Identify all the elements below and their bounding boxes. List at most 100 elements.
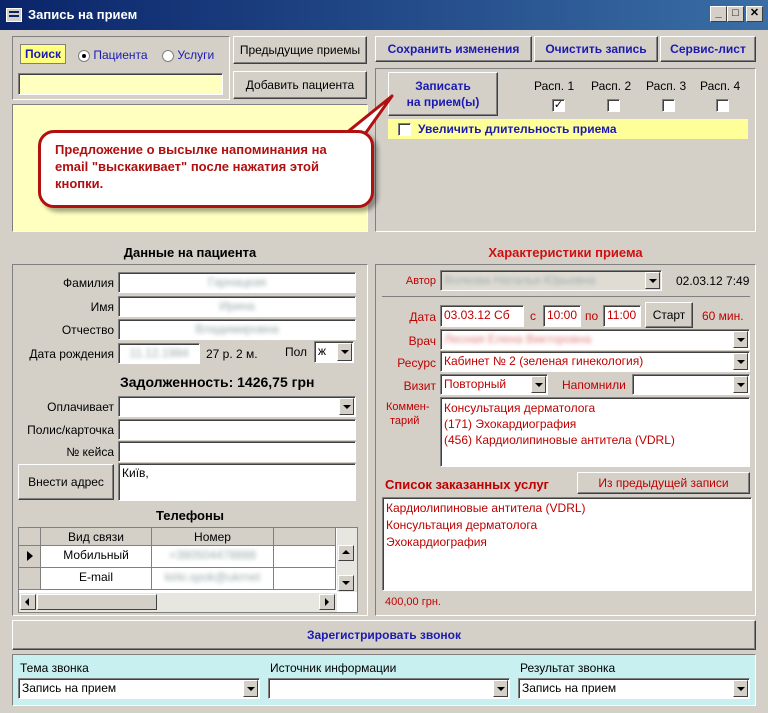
phones-row-header-corner bbox=[19, 528, 41, 546]
debt-value: Задолженность: 1426,75 грн bbox=[120, 374, 315, 390]
phone-row-2-number[interactable]: kirki.spok@ukrnet bbox=[152, 568, 274, 590]
name-field[interactable]: Ирина bbox=[118, 296, 356, 317]
radio-services-dot[interactable] bbox=[162, 49, 174, 62]
resource-select[interactable]: Кабинет № 2 (зеленая гинекология) bbox=[440, 351, 750, 372]
register-call-button[interactable]: Зарегистрировать звонок bbox=[12, 620, 756, 650]
service-item[interactable]: Эхокардиография bbox=[386, 534, 748, 551]
author-divider bbox=[382, 296, 750, 297]
scroll-left-icon[interactable] bbox=[20, 594, 36, 610]
start-button[interactable]: Старт bbox=[645, 302, 693, 328]
name-label: Имя bbox=[90, 300, 114, 314]
ordered-services-list[interactable]: Кардиолипиновые антитела (VDRL) Консульт… bbox=[382, 497, 752, 591]
call-result-label: Результат звонка bbox=[520, 661, 616, 675]
enter-address-button[interactable]: Внести адрес bbox=[18, 464, 114, 500]
from-previous-record-button[interactable]: Из предыдущей записи bbox=[577, 472, 750, 494]
address-field[interactable]: Київ, bbox=[118, 463, 356, 501]
phone-row-1-type[interactable]: Мобильный bbox=[41, 546, 152, 568]
info-source-select[interactable] bbox=[268, 678, 510, 699]
sex-select[interactable]: ж bbox=[314, 341, 354, 363]
time-from-field[interactable]: 10:00 bbox=[543, 305, 581, 327]
hscroll-thumb[interactable] bbox=[37, 594, 157, 610]
author-select[interactable]: Волкова Наталья Юрьевна bbox=[440, 270, 662, 291]
doctor-select[interactable]: Лесная Елена Викторовна bbox=[440, 329, 750, 350]
schedule-1-checkbox[interactable]: ✓ bbox=[552, 99, 565, 112]
comment-field[interactable]: Консультация дерматолога (171) Эхокардио… bbox=[440, 397, 750, 467]
resource-dropdown-arrow-icon[interactable] bbox=[733, 353, 748, 370]
phones-row-selector-2[interactable] bbox=[19, 568, 41, 590]
maximize-button[interactable]: □ bbox=[727, 6, 744, 22]
title-bar: Запись на прием _ □ ✕ bbox=[0, 0, 768, 30]
radio-services[interactable]: Услуги bbox=[162, 48, 214, 62]
dob-label: Дата рождения bbox=[29, 347, 114, 361]
service-item[interactable]: Консультация дерматолога bbox=[386, 517, 748, 534]
app-icon bbox=[6, 8, 22, 22]
book-appointment-button[interactable]: Записать на прием(ы) bbox=[388, 72, 498, 116]
date-field[interactable]: 03.03.12 Сб bbox=[440, 305, 524, 327]
schedule-4-label: Расп. 4 bbox=[700, 79, 741, 93]
resource-label: Ресурс bbox=[397, 356, 436, 370]
radio-patients-dot[interactable] bbox=[78, 49, 90, 62]
payer-select[interactable] bbox=[118, 396, 356, 417]
ordered-services-label: Список заказанных услуг bbox=[385, 477, 549, 492]
current-row-icon bbox=[26, 551, 33, 561]
duration-value: 60 мин. bbox=[702, 309, 744, 323]
doctor-label: Врач bbox=[408, 334, 436, 348]
sex-dropdown-arrow-icon[interactable] bbox=[337, 343, 352, 361]
phone-row-2-type[interactable]: E-mail bbox=[41, 568, 152, 590]
patronymic-field[interactable]: Владимировна bbox=[118, 319, 356, 340]
schedule-2-label: Расп. 2 bbox=[591, 79, 632, 93]
service-sheet-button[interactable]: Сервис-лист bbox=[660, 36, 756, 62]
reminder-select[interactable] bbox=[632, 374, 750, 395]
phones-col-type[interactable]: Вид связи bbox=[41, 528, 152, 546]
surname-field[interactable]: Гарнацкая bbox=[118, 272, 356, 293]
schedule-3-checkbox[interactable] bbox=[662, 99, 675, 112]
payer-label: Оплачивает bbox=[47, 400, 114, 414]
author-dropdown-arrow-icon[interactable] bbox=[645, 272, 660, 289]
visit-type-select[interactable]: Повторный bbox=[440, 374, 548, 395]
save-changes-button[interactable]: Сохранить изменения bbox=[375, 36, 532, 62]
scroll-right-icon[interactable] bbox=[319, 594, 335, 610]
phone-row-1-number[interactable]: +380504478888 bbox=[152, 546, 274, 568]
phones-col-number[interactable]: Номер bbox=[152, 528, 274, 546]
reminder-dropdown-arrow-icon[interactable] bbox=[733, 376, 748, 393]
previous-visits-button[interactable]: Предыдущие приемы bbox=[233, 36, 367, 64]
from-label: с bbox=[530, 309, 536, 323]
sex-label: Пол bbox=[285, 345, 308, 359]
minimize-button[interactable]: _ bbox=[710, 6, 727, 22]
info-source-dropdown-arrow-icon[interactable] bbox=[493, 680, 508, 697]
visit-header: Характеристики приема bbox=[488, 245, 643, 260]
patient-header: Данные на пациента bbox=[123, 245, 257, 260]
clear-record-button[interactable]: Очистить запись bbox=[534, 36, 658, 62]
call-topic-select[interactable]: Запись на прием bbox=[18, 678, 260, 699]
schedule-1-label: Расп. 1 bbox=[534, 79, 575, 93]
author-timestamp: 02.03.12 7:49 bbox=[676, 274, 750, 288]
doctor-dropdown-arrow-icon[interactable] bbox=[733, 331, 748, 348]
case-label: № кейса bbox=[66, 445, 114, 459]
call-topic-dropdown-arrow-icon[interactable] bbox=[243, 680, 258, 697]
phones-row-selector[interactable] bbox=[19, 546, 41, 568]
call-result-select[interactable]: Запись на прием bbox=[518, 678, 750, 699]
phone-row-2-extra[interactable] bbox=[274, 568, 336, 590]
callout-note: Предложение о высылке напоминания на ema… bbox=[38, 130, 374, 208]
scroll-up-icon[interactable] bbox=[338, 545, 354, 561]
search-input[interactable] bbox=[18, 73, 223, 95]
scroll-down-icon[interactable] bbox=[338, 575, 354, 591]
extend-duration-label: Увеличить длительность приема bbox=[418, 122, 617, 136]
info-source-label: Источник информации bbox=[270, 661, 397, 675]
case-field[interactable] bbox=[118, 441, 356, 462]
dob-field[interactable]: 11.12.1984 bbox=[118, 343, 200, 364]
policy-field[interactable] bbox=[118, 419, 356, 440]
phone-row-1-extra[interactable] bbox=[274, 546, 336, 568]
time-to-field[interactable]: 11:00 bbox=[603, 305, 641, 327]
visit-type-dropdown-arrow-icon[interactable] bbox=[531, 376, 546, 393]
schedule-2-checkbox[interactable] bbox=[607, 99, 620, 112]
service-item[interactable]: Кардиолипиновые антитела (VDRL) bbox=[386, 500, 748, 517]
policy-label: Полис/карточка bbox=[27, 423, 114, 437]
call-result-dropdown-arrow-icon[interactable] bbox=[733, 680, 748, 697]
radio-patients[interactable]: Пациента bbox=[78, 48, 148, 62]
phones-header: Телефоны bbox=[156, 508, 224, 523]
schedule-4-checkbox[interactable] bbox=[716, 99, 729, 112]
close-button[interactable]: ✕ bbox=[746, 6, 763, 22]
author-label: Автор bbox=[405, 275, 436, 287]
payer-dropdown-arrow-icon[interactable] bbox=[339, 398, 354, 415]
